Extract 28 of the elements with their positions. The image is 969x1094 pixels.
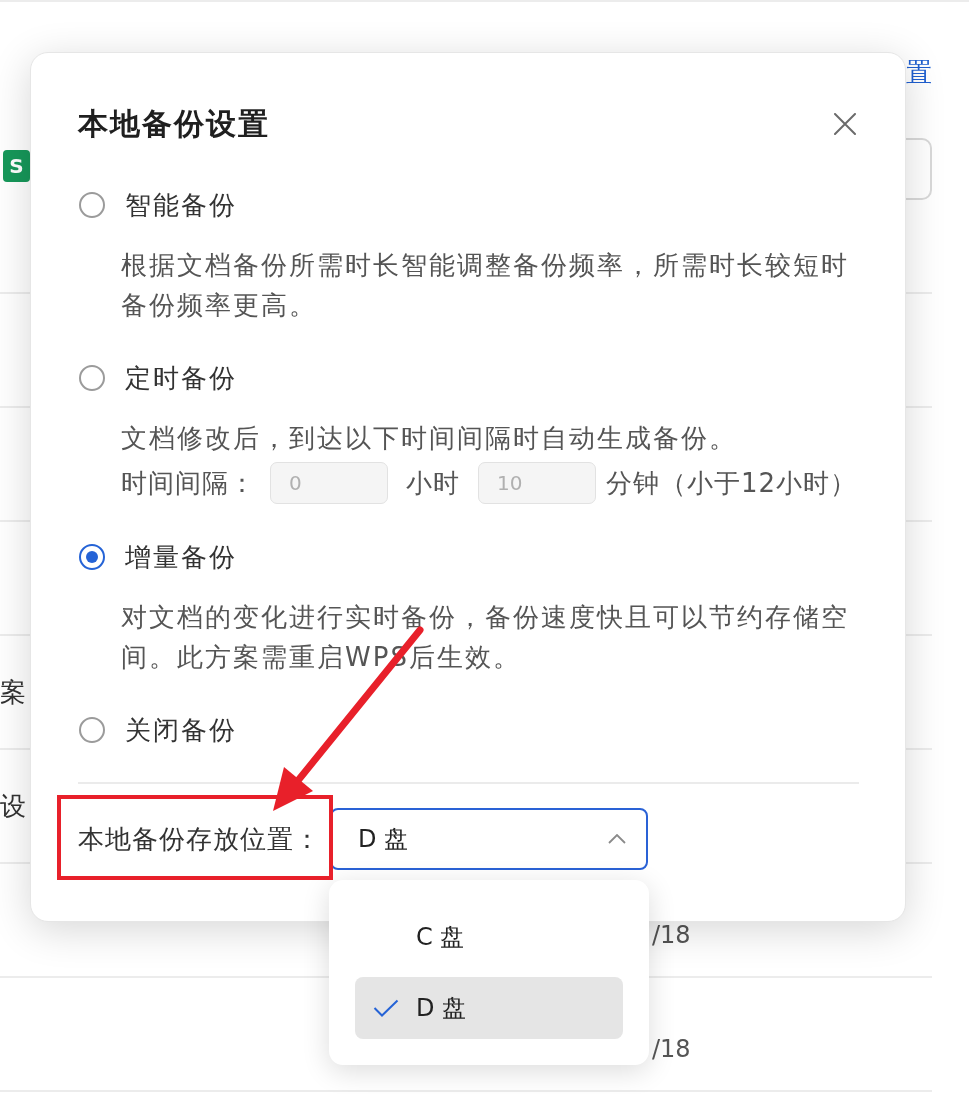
- dialog-title: 本地备份设置: [78, 105, 270, 143]
- unit-label: 分钟（小于12小时）: [606, 466, 858, 500]
- radio-option[interactable]: 智能备份: [79, 185, 237, 225]
- location-label: 本地备份存放位置：: [78, 822, 321, 856]
- radio-icon[interactable]: [79, 544, 105, 570]
- radio-icon[interactable]: [79, 192, 105, 218]
- dropdown-option[interactable]: C 盘: [355, 906, 623, 968]
- radio-option[interactable]: 增量备份: [79, 537, 237, 577]
- radio-icon[interactable]: [79, 717, 105, 743]
- location-select[interactable]: D 盘: [330, 808, 648, 870]
- row-text: /18: [652, 1036, 691, 1062]
- radio-option[interactable]: 关闭备份: [79, 710, 237, 750]
- header-link[interactable]: 置: [906, 56, 932, 88]
- spreadsheet-icon: S: [3, 150, 30, 182]
- option-description: 文档修改后，到达以下时间间隔时自动生成备份。: [121, 422, 738, 455]
- unit-label: 小时: [406, 466, 460, 500]
- close-icon: [834, 113, 856, 135]
- radio-icon[interactable]: [79, 365, 105, 391]
- row-text: /18: [652, 922, 691, 948]
- row-text: 案: [0, 675, 26, 709]
- check-icon: [373, 999, 399, 1017]
- option-description: 根据文档备份所需时长智能调整备份频率，所需时长较短时备份频率更高。: [121, 249, 850, 322]
- row-text: 设: [0, 789, 26, 823]
- radio-option[interactable]: 定时备份: [79, 358, 237, 398]
- caret-icon: [608, 834, 626, 844]
- close-button[interactable]: [834, 113, 856, 135]
- interval-label: 时间间隔：: [121, 466, 256, 500]
- dropdown-option[interactable]: D 盘: [355, 977, 623, 1039]
